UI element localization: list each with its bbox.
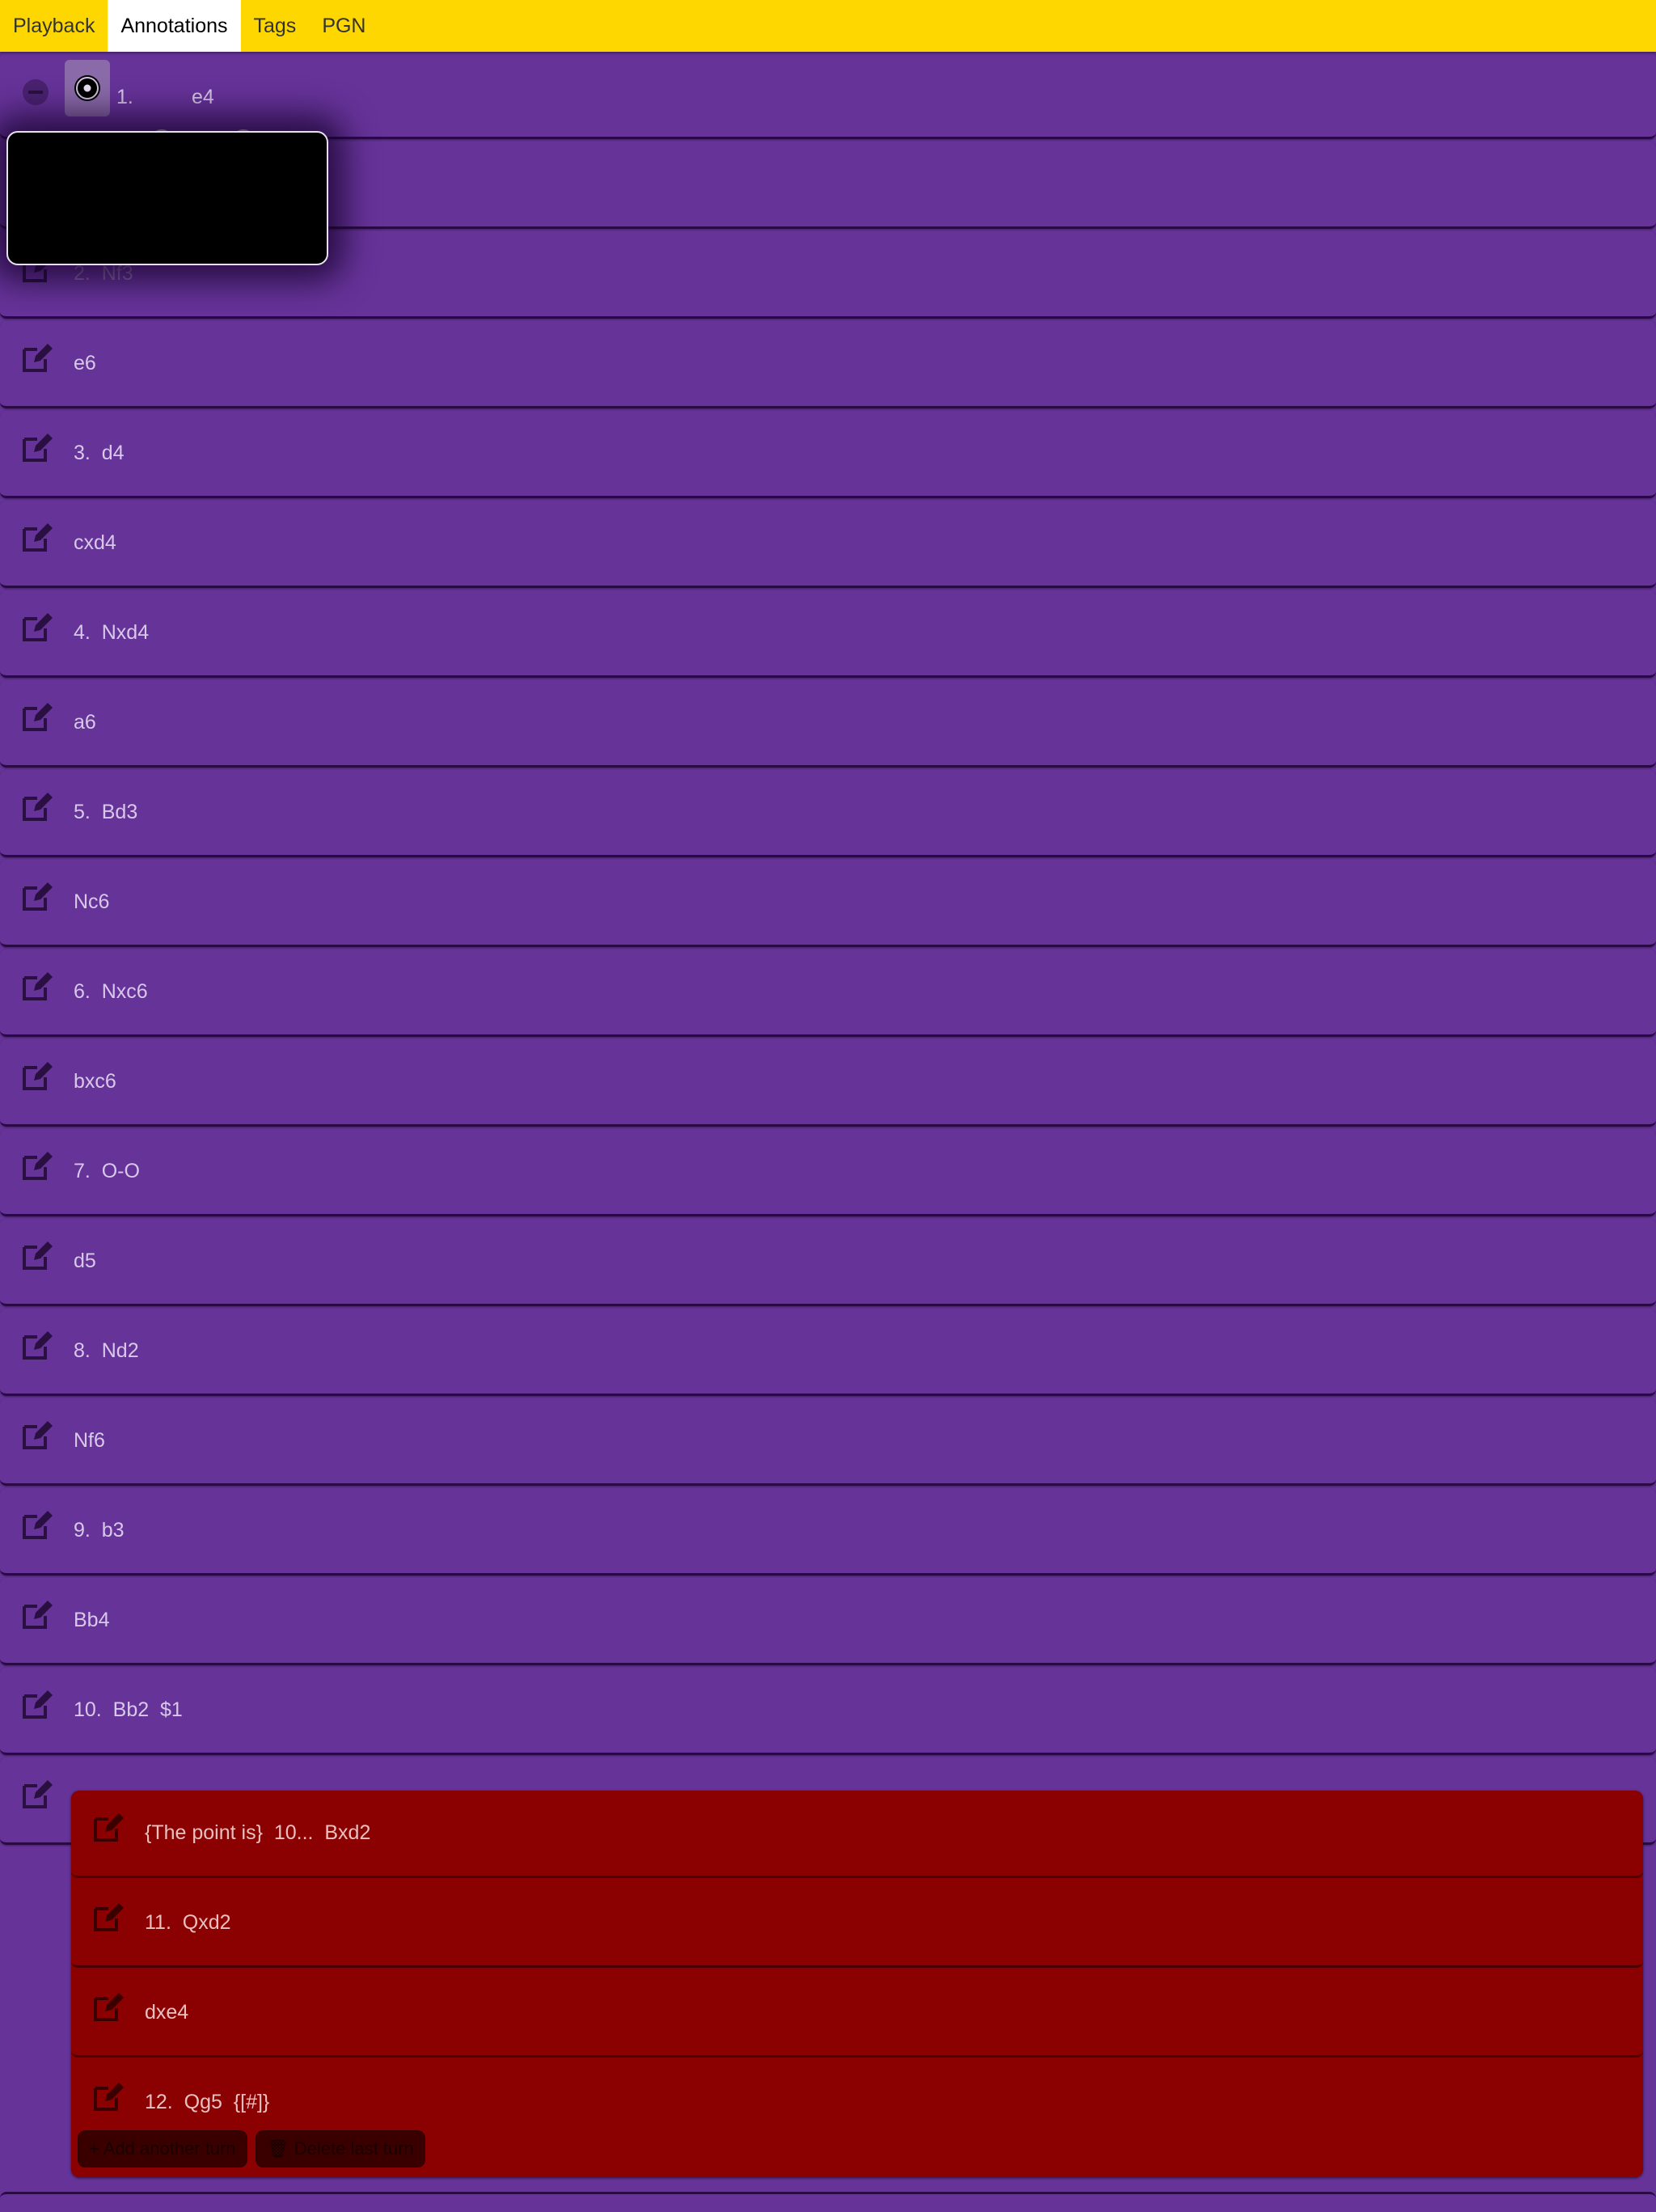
move-row: 9. b3: [0, 1488, 1656, 1575]
move-text[interactable]: 7. O-O: [74, 1129, 140, 1214]
move-text[interactable]: e6: [74, 321, 96, 406]
edit-icon[interactable]: [92, 1990, 125, 2023]
move-text[interactable]: bxc6: [74, 1039, 116, 1124]
edit-icon[interactable]: [21, 611, 53, 643]
edit-icon[interactable]: [21, 521, 53, 553]
move-row: cxd4: [0, 501, 1656, 588]
move-text[interactable]: 4. Nxd4: [74, 590, 149, 675]
edit-icon[interactable]: [21, 790, 53, 823]
edit-icon[interactable]: [21, 880, 53, 912]
move-row: 5. Bd3: [0, 770, 1656, 857]
move-text[interactable]: Nf6: [74, 1398, 105, 1483]
move-text[interactable]: 8. Nd2: [74, 1309, 139, 1394]
move-san[interactable]: e4: [192, 52, 214, 142]
plus-icon: +: [89, 2138, 99, 2159]
remove-circle-icon[interactable]: [23, 79, 49, 105]
edit-icon[interactable]: [92, 1811, 125, 1843]
move-row: bxc6: [0, 1039, 1656, 1127]
move-text[interactable]: 5. Bd3: [74, 770, 137, 855]
edit-icon[interactable]: [21, 1598, 53, 1630]
move-text[interactable]: 3. d4: [74, 411, 125, 496]
move-row: 3. d4: [0, 411, 1656, 498]
tab-tags[interactable]: Tags: [241, 0, 310, 52]
move-row: 6. Nxc6: [0, 950, 1656, 1037]
edit-icon[interactable]: [21, 1329, 53, 1361]
move-text[interactable]: Bb4: [74, 1578, 109, 1663]
edit-icon[interactable]: [21, 341, 53, 374]
move-row: 8. Nd2: [0, 1309, 1656, 1396]
tab-playback[interactable]: Playback: [0, 0, 108, 52]
edit-icon[interactable]: [21, 1688, 53, 1720]
move-row: Nf6: [0, 1398, 1656, 1486]
move-row: 7. O-O: [0, 1129, 1656, 1216]
move-list: 1. e4 2. Nf3 e6 3. d4 cxd4 4. Nxd4 a6 5. Bd3 Nc…: [0, 52, 1656, 1847]
variation-actions: + Add another turn 🗑 Delete last turn: [78, 2130, 425, 2168]
move-number: 1.: [116, 86, 133, 108]
edit-icon[interactable]: [21, 1778, 53, 1810]
variation-move-row: {The point is} 10... Bxd2: [71, 1791, 1643, 1878]
move-text[interactable]: cxd4: [74, 501, 116, 586]
tab-pgn[interactable]: PGN: [309, 0, 378, 52]
variation-block: {The point is} 10... Bxd2 11. Qxd2 dxe4 12.…: [71, 1791, 1643, 2177]
variation-move-row: dxe4: [71, 1970, 1643, 2058]
edit-icon[interactable]: [21, 431, 53, 463]
next-row-edge: [0, 2192, 1656, 2212]
edit-icon[interactable]: [21, 1419, 53, 1451]
move-row: d5: [0, 1219, 1656, 1306]
tab-annotations[interactable]: Annotations: [108, 0, 241, 52]
variation-move-row: 11. Qxd2: [71, 1880, 1643, 1968]
add-turn-button[interactable]: + Add another turn: [78, 2130, 247, 2168]
move-text[interactable]: 10. Bb2 $1: [74, 1668, 183, 1753]
move-row: a6: [0, 680, 1656, 768]
move-row: Bb4: [0, 1578, 1656, 1665]
move-row: 4. Nxd4: [0, 590, 1656, 678]
move-row: 10. Bb2 $1: [0, 1668, 1656, 1755]
move-text[interactable]: 9. b3: [74, 1488, 125, 1573]
move-text[interactable]: {The point is} 10... Bxd2: [145, 1791, 370, 1876]
edit-icon[interactable]: [21, 700, 53, 733]
move-row-1: 1. e4: [0, 52, 1656, 155]
edit-icon[interactable]: [92, 1901, 125, 1933]
delete-turn-label: Delete last turn: [294, 2138, 414, 2159]
move-text[interactable]: dxe4: [145, 1970, 188, 2055]
edit-icon[interactable]: [21, 1149, 53, 1182]
move-text[interactable]: 11. Qxd2: [145, 1880, 231, 1965]
delete-turn-button[interactable]: 🗑 Delete last turn: [255, 2130, 425, 2168]
edit-icon[interactable]: [92, 2080, 125, 2113]
move-row: Nc6: [0, 860, 1656, 947]
move-text[interactable]: d5: [74, 1219, 96, 1304]
annotation-popup[interactable]: [6, 131, 328, 265]
move-row: e6: [0, 321, 1656, 408]
edit-icon[interactable]: [21, 1508, 53, 1541]
edit-icon[interactable]: [21, 1239, 53, 1271]
radio-selected-icon: [74, 75, 100, 101]
add-turn-label: Add another turn: [103, 2138, 236, 2159]
tab-bar: Playback Annotations Tags PGN: [0, 0, 1656, 52]
select-move-toggle[interactable]: [65, 60, 110, 116]
edit-icon[interactable]: [21, 970, 53, 1002]
move-text[interactable]: Nc6: [74, 860, 109, 945]
move-text[interactable]: a6: [74, 680, 96, 765]
edit-icon[interactable]: [21, 1059, 53, 1092]
trash-icon: 🗑: [266, 2138, 289, 2159]
move-text[interactable]: 6. Nxc6: [74, 950, 148, 1034]
